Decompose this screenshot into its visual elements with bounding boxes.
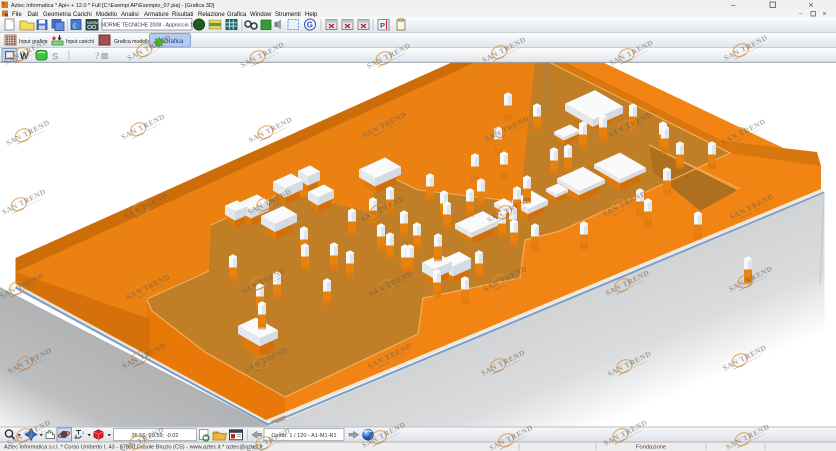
svg-text:Window: Window — [250, 12, 272, 18]
svg-text:✕: ✕ — [808, 3, 814, 10]
svg-text:Carichi: Carichi — [73, 12, 92, 18]
svg-text:Armature: Armature — [144, 12, 169, 18]
svg-text:€: € — [73, 22, 78, 31]
svg-text:✕: ✕ — [822, 12, 827, 18]
svg-text:Help: Help — [305, 12, 318, 18]
svg-text:Input carichi: Input carichi — [66, 39, 94, 45]
svg-text:–: – — [731, 1, 736, 10]
svg-text:File: File — [12, 12, 22, 18]
svg-text:Relazione: Relazione — [198, 12, 225, 18]
svg-text:Risultati: Risultati — [172, 12, 193, 18]
svg-text:?: ? — [95, 52, 99, 62]
svg-text:NORM: NORM — [87, 21, 98, 25]
svg-text:Modello: Modello — [96, 12, 118, 18]
svg-text:Strumenti: Strumenti — [275, 12, 301, 18]
svg-text:G: G — [307, 21, 313, 30]
svg-text:NORME TECNICHE 2008 - Approcci: NORME TECNICHE 2008 - Approccio 1 — [101, 23, 193, 29]
svg-text:Dati: Dati — [28, 12, 39, 18]
svg-text:Geometria: Geometria — [43, 12, 72, 18]
svg-text:Analisi: Analisi — [121, 12, 139, 18]
svg-text:Aztec Informatica * Api+ + 12.: Aztec Informatica * Api+ + 12.0 * Full [… — [11, 3, 215, 9]
svg-text:Fondazione: Fondazione — [636, 445, 666, 451]
svg-text:S: S — [52, 52, 58, 63]
svg-text:Grafica: Grafica — [227, 12, 247, 18]
svg-text:P: P — [380, 21, 385, 30]
